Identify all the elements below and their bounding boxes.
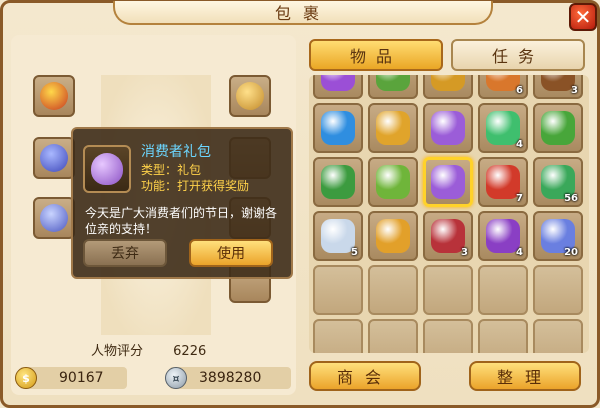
inventory-slot[interactable] xyxy=(313,75,363,99)
green-potion-icon xyxy=(486,111,520,145)
item-quantity: 4 xyxy=(516,139,523,150)
inventory-slot-empty[interactable] xyxy=(313,265,363,315)
inventory-grid: 6 3 4 7 56 5 3 4 20 xyxy=(313,75,583,353)
orange-bag-icon xyxy=(486,75,520,91)
window-title: 包裹 xyxy=(113,1,493,25)
item-quantity: 6 xyxy=(516,85,523,96)
inventory-slot[interactable]: 6 xyxy=(478,75,528,99)
necklace-icon xyxy=(236,82,264,110)
inventory-slot-empty[interactable] xyxy=(533,319,583,353)
inventory-slot[interactable]: 5 xyxy=(313,211,363,261)
inventory-slot[interactable]: 56 xyxy=(533,157,583,207)
inventory-slot[interactable] xyxy=(368,103,418,153)
shop-button[interactable]: 商会 xyxy=(309,361,421,391)
inventory-slot-empty[interactable] xyxy=(533,265,583,315)
item-name: 消费者礼包 xyxy=(141,144,211,160)
inventory-slot-empty[interactable] xyxy=(368,265,418,315)
inventory-slot[interactable]: 3 xyxy=(533,75,583,99)
green-cloth-icon xyxy=(376,75,410,91)
inventory-slot[interactable] xyxy=(368,75,418,99)
equip-slot-necklace[interactable] xyxy=(229,75,271,117)
green-chest-icon xyxy=(321,165,355,199)
sort-button[interactable]: 整理 xyxy=(469,361,581,391)
inventory-slot[interactable] xyxy=(313,103,363,153)
equip-slot-head[interactable] xyxy=(33,75,75,117)
white-pearl-icon xyxy=(321,219,355,253)
inventory-slot[interactable]: 20 xyxy=(533,211,583,261)
discard-button[interactable]: 丢弃 xyxy=(83,239,167,267)
inventory-window: 包裹 ✕ 人物评分 6226 $ 90167 ¤ 3898280 物品 任务 6… xyxy=(0,0,600,408)
inventory-slot-empty[interactable] xyxy=(368,319,418,353)
close-icon: ✕ xyxy=(574,5,592,29)
inventory-slot[interactable] xyxy=(368,157,418,207)
silver-currency: ¤ 3898280 xyxy=(165,367,291,389)
silver-coin-icon: ¤ xyxy=(165,367,187,389)
purple-gift-bag-icon xyxy=(431,111,465,145)
close-button[interactable]: ✕ xyxy=(569,3,597,31)
gold-chest-icon xyxy=(431,75,465,91)
inventory-slot-empty[interactable] xyxy=(478,319,528,353)
equip-slot-weapon[interactable] xyxy=(33,137,75,179)
blue-orb-icon xyxy=(321,111,355,145)
gold-gourd-icon xyxy=(376,219,410,253)
item-quantity: 4 xyxy=(516,247,523,258)
item-description: 今天是广大消费者们的节日，谢谢各位亲的支持！ xyxy=(85,206,278,236)
item-quantity: 5 xyxy=(351,247,358,258)
inventory-panel: 物品 任务 6 3 4 7 56 5 3 4 20 商会 整理 xyxy=(303,35,595,407)
inventory-slot-empty[interactable] xyxy=(313,319,363,353)
silver-amount: 3898280 xyxy=(199,370,262,386)
purple-crystal-icon xyxy=(321,75,355,91)
purple-crystal-ball-icon xyxy=(486,219,520,253)
inventory-slot[interactable]: 4 xyxy=(478,103,528,153)
tooltip-item-slot xyxy=(83,145,131,193)
red-book-icon xyxy=(431,219,465,253)
item-type: 类型：礼包 xyxy=(141,163,202,177)
score-label: 人物评分 xyxy=(91,344,144,359)
character-score: 人物评分 6226 xyxy=(91,340,206,359)
score-value: 6226 xyxy=(173,344,207,359)
gold-currency: $ 90167 xyxy=(15,367,127,389)
red-firecracker-icon xyxy=(486,165,520,199)
gold-amount: 90167 xyxy=(59,370,104,386)
item-tooltip: 消费者礼包 类型：礼包 功能：打开获得奖励 今天是广大消费者们的节日，谢谢各位亲… xyxy=(71,127,293,279)
inventory-slot-empty[interactable] xyxy=(423,265,473,315)
equip-slot-armor[interactable] xyxy=(33,197,75,239)
item-quantity: 56 xyxy=(564,193,578,204)
tab-items[interactable]: 物品 xyxy=(309,39,443,71)
purple-gift-bag-icon xyxy=(431,165,465,199)
inventory-slot[interactable]: 7 xyxy=(478,157,528,207)
use-button[interactable]: 使用 xyxy=(189,239,273,267)
inventory-slot[interactable] xyxy=(368,211,418,261)
inventory-slot[interactable] xyxy=(313,157,363,207)
item-quantity: 3 xyxy=(461,247,468,258)
green-beans-icon xyxy=(376,165,410,199)
inventory-grid-container[interactable]: 6 3 4 7 56 5 3 4 20 xyxy=(309,75,589,353)
item-quantity: 7 xyxy=(516,193,523,204)
inventory-slot[interactable]: 3 xyxy=(423,211,473,261)
armor-icon xyxy=(40,204,68,232)
gold-coins-icon xyxy=(376,111,410,145)
inventory-slot-empty[interactable] xyxy=(478,265,528,315)
inventory-slot[interactable] xyxy=(533,103,583,153)
brown-claw-icon xyxy=(541,75,575,91)
tab-quests[interactable]: 任务 xyxy=(451,39,585,71)
helmet-icon xyxy=(40,82,68,110)
item-quantity: 20 xyxy=(564,247,578,258)
inventory-slot[interactable] xyxy=(423,103,473,153)
item-function: 功能：打开获得奖励 xyxy=(141,179,250,193)
green-box-icon xyxy=(541,111,575,145)
item-quantity: 3 xyxy=(571,85,578,96)
inventory-slot[interactable] xyxy=(423,75,473,99)
inventory-slot-empty[interactable] xyxy=(423,319,473,353)
weapon-icon xyxy=(40,144,68,172)
gift-bag-icon xyxy=(91,153,123,185)
gold-coin-icon: $ xyxy=(15,367,37,389)
inventory-slot[interactable] xyxy=(423,157,473,207)
inventory-slot[interactable]: 4 xyxy=(478,211,528,261)
